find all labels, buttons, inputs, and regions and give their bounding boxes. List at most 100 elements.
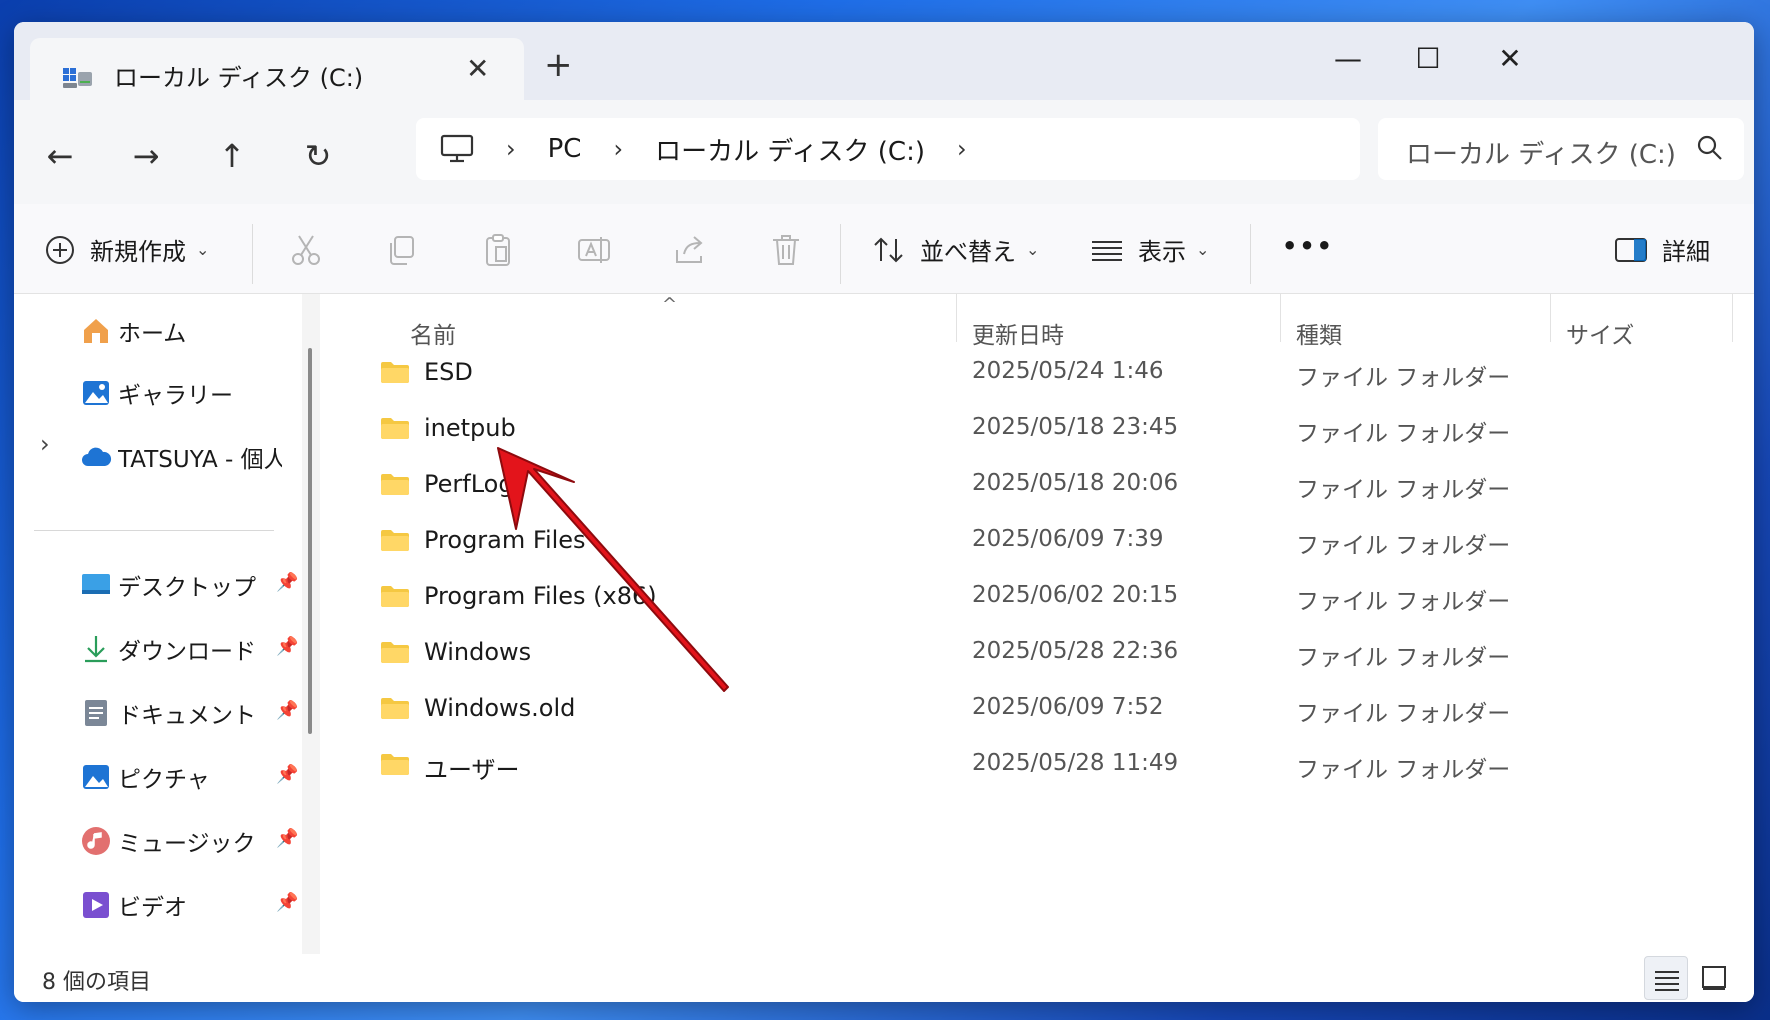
- column-header-date[interactable]: 更新日時: [972, 316, 1064, 350]
- file-type: ファイル フォルダー: [1296, 365, 1511, 391]
- file-date: 2025/06/02 20:15: [972, 582, 1179, 608]
- sidebar-item-music[interactable]: ミュージック: [80, 824, 256, 858]
- minimize-button[interactable]: —: [1318, 42, 1378, 75]
- column-header-size[interactable]: サイズ: [1566, 316, 1634, 350]
- breadcrumb-local-disk[interactable]: ローカル ディスク (C:): [655, 131, 925, 168]
- column-divider[interactable]: [1280, 294, 1281, 342]
- pin-icon[interactable]: 📌: [276, 764, 298, 785]
- file-type: ファイル フォルダー: [1296, 477, 1511, 503]
- table-row[interactable]: Program Files (x86) 2025/06/02 20:15 ファイル …: [324, 572, 1754, 628]
- tab-local-disk[interactable]: ローカル ディスク (C:) ✕: [30, 38, 524, 100]
- table-row[interactable]: Windows.old 2025/06/09 7:52 ファイル フォルダー: [324, 684, 1754, 740]
- file-date: 2025/05/18 20:06: [972, 470, 1179, 496]
- video-icon: [83, 892, 109, 918]
- table-row[interactable]: PerfLogs 2025/05/18 20:06 ファイル フォルダー: [324, 460, 1754, 516]
- status-bar: 8 個の項目: [14, 954, 1754, 1002]
- monitor-icon: [440, 134, 474, 163]
- folder-icon: [381, 418, 409, 439]
- sidebar-item-home[interactable]: ホーム: [80, 314, 186, 348]
- forward-button[interactable]: →: [124, 136, 168, 176]
- file-list: ^ 名前 更新日時 種類 サイズ ESD 2025/05/24 1:46 ファイル …: [324, 294, 1754, 954]
- sidebar-item-documents[interactable]: ドキュメント: [80, 696, 256, 730]
- breadcrumb-separator[interactable]: ›: [613, 135, 623, 163]
- table-row[interactable]: ユーザー 2025/05/28 11:49 ファイル フォルダー: [324, 740, 1754, 796]
- address-bar[interactable]: › PC › ローカル ディスク (C:) ›: [416, 118, 1360, 180]
- table-row[interactable]: ESD 2025/05/24 1:46 ファイル フォルダー: [324, 348, 1754, 404]
- expand-chevron-icon[interactable]: ›: [40, 430, 50, 458]
- sidebar-item-desktop[interactable]: デスクトップ: [80, 568, 256, 602]
- column-header-type[interactable]: 種類: [1296, 316, 1342, 350]
- file-name: PerfLogs: [424, 470, 527, 498]
- tab-close-button[interactable]: ✕: [466, 52, 489, 85]
- chevron-down-icon: ⌄: [1196, 240, 1210, 259]
- close-window-button[interactable]: ✕: [1480, 42, 1540, 75]
- view-list-icon: [1092, 240, 1122, 261]
- pin-icon[interactable]: 📌: [276, 572, 298, 593]
- breadcrumb-separator[interactable]: ›: [506, 135, 516, 163]
- column-divider[interactable]: [1550, 294, 1551, 342]
- sidebar-item-pictures[interactable]: ピクチャ: [80, 760, 210, 794]
- maximize-button[interactable]: ☐: [1398, 42, 1458, 75]
- more-icon: •••: [1282, 232, 1335, 260]
- table-row[interactable]: inetpub 2025/05/18 23:45 ファイル フォルダー: [324, 404, 1754, 460]
- table-row[interactable]: Windows 2025/05/28 22:36 ファイル フォルダー: [324, 628, 1754, 684]
- details-pane-button[interactable]: 詳細: [1614, 232, 1710, 267]
- rename-icon[interactable]: [576, 232, 612, 268]
- file-type: ファイル フォルダー: [1296, 757, 1511, 783]
- pin-icon[interactable]: 📌: [276, 828, 298, 849]
- sidebar-item-videos[interactable]: ビデオ: [80, 888, 187, 922]
- sidebar-item-label: ドキュメント: [118, 703, 256, 729]
- view-label: 表示: [1138, 238, 1186, 266]
- tiles-view-button[interactable]: [1692, 956, 1736, 1000]
- sort-label: 並べ替え: [920, 238, 1016, 266]
- more-options-button[interactable]: •••: [1282, 232, 1334, 260]
- sidebar-item-label: ギャラリー: [118, 383, 233, 409]
- pin-icon[interactable]: 📌: [276, 636, 298, 657]
- refresh-button[interactable]: ↻: [296, 136, 340, 176]
- column-header-name[interactable]: 名前: [410, 316, 456, 350]
- pin-icon[interactable]: 📌: [276, 700, 298, 721]
- folder-icon: [381, 586, 409, 607]
- sort-icon: [874, 237, 903, 262]
- sidebar-item-downloads[interactable]: ダウンロード: [80, 632, 256, 666]
- new-button[interactable]: 新規作成 ⌄: [44, 232, 209, 267]
- share-icon[interactable]: [672, 232, 708, 268]
- item-count: 8 個の項目: [42, 970, 151, 995]
- file-date: 2025/05/28 11:49: [972, 750, 1179, 776]
- column-divider[interactable]: [1732, 294, 1733, 342]
- pin-icon[interactable]: 📌: [276, 892, 298, 913]
- divider: [840, 224, 841, 284]
- view-button[interactable]: 表示 ⌄: [1090, 232, 1209, 267]
- file-date: 2025/05/24 1:46: [972, 358, 1164, 384]
- up-button[interactable]: ↑: [210, 136, 254, 176]
- drive-icon: [63, 68, 92, 88]
- search-placeholder: ローカル ディスク (C:)の検索: [1406, 140, 1676, 170]
- cloud-icon: [82, 447, 112, 466]
- sidebar-item-gallery[interactable]: ギャラリー: [80, 376, 233, 410]
- copy-icon[interactable]: [384, 232, 420, 268]
- table-row[interactable]: Program Files 2025/06/09 7:39 ファイル フォルダー: [324, 516, 1754, 572]
- scrollbar-thumb[interactable]: [308, 348, 312, 734]
- sort-button[interactable]: 並べ替え ⌄: [872, 232, 1039, 267]
- paste-icon[interactable]: [480, 232, 516, 268]
- title-bar: ローカル ディスク (C:) ✕ + — ☐ ✕: [14, 22, 1754, 100]
- command-bar: 新規作成 ⌄ 並べ替え ⌄ 表示 ⌄ ••• 詳細: [14, 204, 1754, 294]
- sidebar-divider: [34, 530, 274, 531]
- sidebar-item-onedrive[interactable]: TATSUYA - 個人用: [80, 440, 282, 474]
- details-pane-icon: [1615, 237, 1647, 262]
- details-view-button[interactable]: [1644, 956, 1688, 1000]
- folder-icon: [381, 642, 409, 663]
- column-divider[interactable]: [956, 294, 957, 342]
- chevron-down-icon: ⌄: [196, 240, 210, 259]
- cut-icon[interactable]: [288, 232, 324, 268]
- delete-icon[interactable]: [768, 232, 804, 268]
- folder-icon: [381, 530, 409, 551]
- gallery-icon: [83, 381, 109, 405]
- breadcrumb-pc[interactable]: PC: [548, 134, 582, 164]
- search-box[interactable]: ローカル ディスク (C:)の検索: [1378, 118, 1744, 180]
- breadcrumb-separator[interactable]: ›: [957, 135, 967, 163]
- document-icon: [85, 700, 107, 726]
- divider: [252, 224, 253, 284]
- new-tab-button[interactable]: +: [544, 48, 573, 82]
- back-button[interactable]: ←: [38, 136, 82, 176]
